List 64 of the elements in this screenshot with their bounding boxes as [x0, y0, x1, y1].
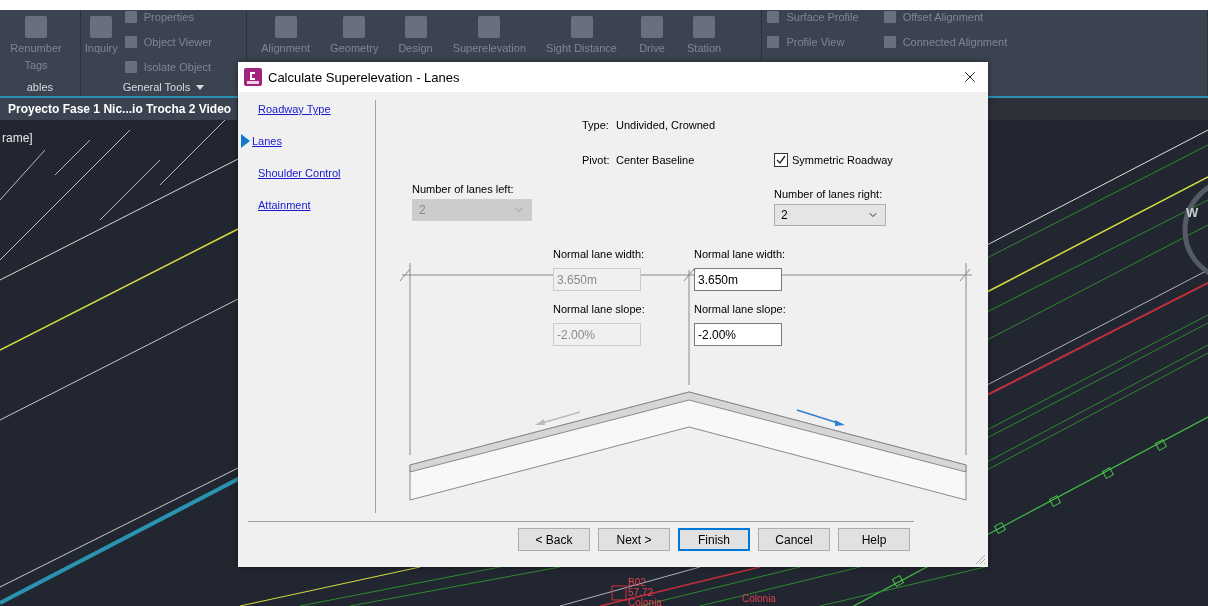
ribbon-tool-button[interactable]: Sight Distance	[546, 40, 617, 57]
checkbox-label: Symmetric Roadway	[792, 154, 893, 166]
ribbon-tool-button[interactable]: Surface Profile	[786, 10, 859, 23]
dialog-button[interactable]: < Back	[518, 528, 590, 551]
ribbon-tool-button[interactable]: Inquiry	[84, 40, 118, 57]
field-label: Normal lane width:	[553, 247, 645, 262]
ribbon-tool-button[interactable]: Offset Alignment	[902, 10, 984, 23]
right-slope-arrow	[796, 409, 845, 426]
tool-icon	[882, 34, 897, 49]
caret-icon	[196, 84, 205, 90]
ribbon-tool-button[interactable]: Connected Alignment	[902, 35, 1008, 48]
tool-icon	[123, 10, 138, 24]
compass-label: W	[1186, 208, 1199, 218]
check-icon	[776, 155, 786, 165]
dialog-button[interactable]: Finish	[678, 528, 750, 551]
ribbon-tool-button[interactable]: Isolate Object	[143, 60, 212, 73]
panel-title[interactable]: General Tools	[122, 81, 191, 93]
ribbon-tool-button[interactable]: Properties	[143, 10, 194, 23]
ribbon-tool-button[interactable]: Drive	[639, 40, 665, 57]
left-slope-arrow	[535, 411, 581, 425]
point-label: B02	[628, 578, 646, 588]
window-title: Calculate Superelevation - Lanes	[268, 69, 461, 85]
field-label: Normal lane slope:	[694, 302, 786, 317]
input-field[interactable]: 3.650m	[694, 268, 782, 291]
tool-icon	[882, 10, 897, 24]
type-label: Type:	[582, 119, 610, 131]
tool-icon	[123, 34, 138, 49]
ribbon-tool-button[interactable]: Profile View	[786, 35, 845, 48]
point-label: 57.72	[628, 588, 654, 598]
point-label: Colonia	[628, 598, 662, 606]
pivot-label: Pivot:	[582, 154, 611, 166]
ribbon-tool-button[interactable]: Geometry	[330, 40, 379, 57]
wizard-step-link[interactable]: Lanes	[238, 134, 375, 148]
view-label: rame]	[2, 132, 33, 144]
resize-grip-icon	[974, 553, 986, 565]
tool-icon	[123, 59, 138, 74]
ribbon-tool-button[interactable]: Alignment	[261, 40, 311, 57]
dialog-button[interactable]: Next >	[598, 528, 670, 551]
field-label: Normal lane width:	[694, 247, 786, 262]
dialog-button[interactable]: Cancel	[758, 528, 830, 551]
point-label: Colonia	[742, 594, 776, 604]
wizard-step-link[interactable]: Attainment	[238, 198, 375, 212]
current-step-icon	[241, 134, 250, 148]
app-logo-icon	[244, 68, 262, 86]
ribbon-tool-button[interactable]: Object Viewer	[143, 35, 213, 48]
ribbon-tool-button[interactable]: Design	[398, 40, 433, 57]
ribbon-tool-button[interactable]: Station	[687, 40, 722, 57]
tool-icon	[766, 10, 781, 24]
wizard-step-link[interactable]: Shoulder Control	[238, 166, 375, 180]
ribbon-tool-button[interactable]: Renumber Tags	[4, 40, 68, 74]
tool-icon	[766, 34, 781, 49]
field-label: Number of lanes left:	[412, 183, 515, 195]
lanes-dropdown[interactable]: 2	[774, 204, 886, 226]
input-field[interactable]: -2.00%	[694, 323, 782, 346]
dialog-button[interactable]: Help	[838, 528, 910, 551]
type-value: Undivided, Crowned	[616, 119, 716, 131]
ribbon-tool-button[interactable]: Superelevation	[452, 40, 527, 57]
pivot-value: Center Baseline	[616, 154, 696, 166]
field-label: Normal lane slope:	[553, 302, 645, 317]
document-tab[interactable]: Proyecto Fase 1 Nic...io Trocha 2 Video	[0, 98, 238, 120]
field-label: Number of lanes right:	[774, 188, 884, 200]
checkbox[interactable]	[774, 153, 788, 167]
wizard-step-link[interactable]: Roadway Type	[238, 102, 375, 116]
panel-title[interactable]: ables	[26, 81, 53, 93]
